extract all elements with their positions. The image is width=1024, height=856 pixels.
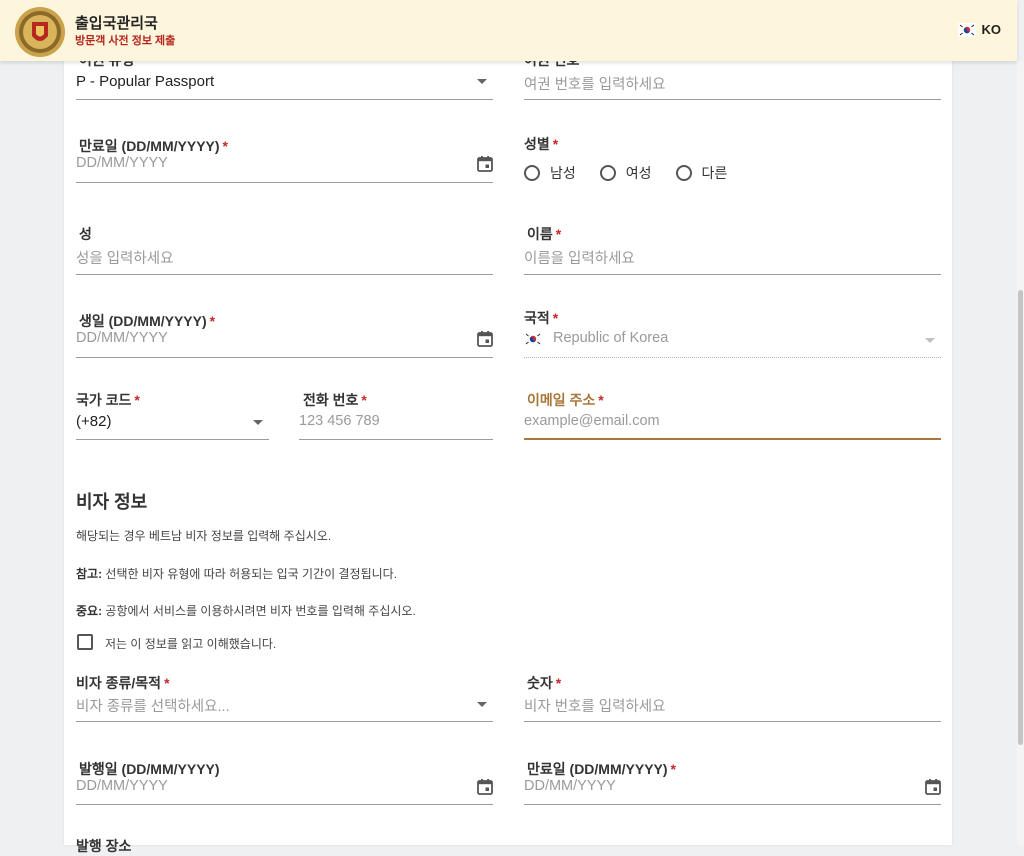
gender-other-label: 다른 bbox=[701, 165, 728, 181]
phone-underline bbox=[299, 439, 493, 440]
visa-expiry-underline bbox=[524, 804, 941, 805]
scrollbar-thumb[interactable] bbox=[1018, 290, 1023, 745]
expiry-date-input[interactable]: DD/MM/YYYY bbox=[76, 155, 168, 171]
issue-date-label: 발행일 (DD/MM/YYYY) bbox=[79, 761, 220, 777]
gender-female-label: 여성 bbox=[625, 165, 652, 181]
visa-number-input[interactable]: 비자 번호를 입력하세요 bbox=[524, 695, 665, 716]
birth-date-label: 생일 (DD/MM/YYYY) * bbox=[79, 313, 216, 329]
phone-input[interactable]: 123 456 789 bbox=[299, 413, 380, 429]
first-name-input[interactable]: 이름을 입력하세요 bbox=[524, 247, 635, 268]
passport-type-underline bbox=[76, 99, 493, 100]
app-header: 출입국관리국 방문객 사전 정보 제출 KO bbox=[0, 0, 1017, 61]
app-title: 출입국관리국 bbox=[75, 15, 158, 32]
dropdown-arrow-icon[interactable] bbox=[477, 702, 487, 707]
email-underline bbox=[524, 438, 941, 440]
language-label: KO bbox=[981, 22, 1002, 37]
nationality-label: 국적 * bbox=[524, 310, 559, 326]
gender-radio-male[interactable] bbox=[524, 165, 540, 181]
first-name-underline bbox=[524, 274, 941, 275]
calendar-icon[interactable] bbox=[924, 778, 942, 796]
birth-date-underline bbox=[76, 357, 493, 358]
dropdown-arrow-icon[interactable] bbox=[477, 79, 487, 84]
last-name-input[interactable]: 성을 입력하세요 bbox=[76, 247, 173, 268]
expiry-date-underline bbox=[76, 182, 493, 183]
passport-number-input[interactable]: 여권 번호를 입력하세요 bbox=[524, 73, 665, 94]
visa-type-select[interactable]: 비자 종류를 선택하세요... bbox=[76, 695, 230, 716]
passport-number-underline bbox=[524, 99, 941, 100]
nationality-select[interactable]: Republic of Korea bbox=[553, 330, 668, 346]
issue-date-input[interactable]: DD/MM/YYYY bbox=[76, 778, 168, 794]
country-code-underline bbox=[76, 439, 269, 440]
email-label: 이메일 주소 * bbox=[527, 392, 604, 408]
calendar-icon[interactable] bbox=[476, 330, 494, 348]
issue-date-underline bbox=[76, 804, 493, 805]
email-input[interactable]: example@email.com bbox=[524, 413, 660, 429]
calendar-icon[interactable] bbox=[476, 778, 494, 796]
calendar-icon[interactable] bbox=[476, 155, 494, 173]
south-korea-flag-icon bbox=[524, 332, 542, 346]
passport-type-select[interactable]: P - Popular Passport bbox=[76, 73, 214, 90]
acknowledge-label: 저는 이 정보를 읽고 이해했습니다. bbox=[105, 637, 277, 651]
visa-note-important: 중요: 공항에서 서비스를 이용하시려면 비자 번호를 입력해 주십시오. bbox=[76, 604, 416, 618]
south-korea-flag-icon bbox=[957, 22, 976, 37]
issue-place-label: 발행 장소 bbox=[76, 838, 132, 854]
gender-radio-group: 남성 여성 다른 bbox=[524, 163, 751, 183]
country-code-label: 국가 코드 * bbox=[76, 392, 140, 408]
app-subtitle: 방문객 사전 정보 제출 bbox=[75, 35, 176, 47]
visa-note-info: 해당되는 경우 베트남 비자 정보를 입력해 주십시오. bbox=[76, 529, 332, 543]
phone-label: 전화 번호 * bbox=[303, 392, 367, 408]
form-card bbox=[64, 0, 952, 845]
visa-section-title: 비자 정보 bbox=[76, 492, 148, 512]
first-name-label: 이름 * bbox=[527, 226, 562, 242]
acknowledge-checkbox[interactable] bbox=[77, 634, 93, 650]
visa-type-label: 비자 종류/목적 * bbox=[76, 675, 170, 691]
visa-number-underline bbox=[524, 721, 941, 722]
visa-expiry-input[interactable]: DD/MM/YYYY bbox=[524, 778, 616, 794]
nationality-underline bbox=[524, 357, 941, 358]
gender-male-label: 남성 bbox=[550, 165, 576, 181]
gender-radio-other[interactable] bbox=[675, 165, 692, 181]
expiry-date-label: 만료일 (DD/MM/YYYY) * bbox=[79, 138, 228, 154]
birth-date-input[interactable]: DD/MM/YYYY bbox=[76, 330, 168, 346]
language-selector[interactable]: KO bbox=[957, 22, 1002, 37]
visa-number-label: 숫자 * bbox=[527, 675, 562, 691]
visa-type-underline bbox=[76, 721, 493, 722]
gender-radio-female[interactable] bbox=[599, 165, 616, 181]
last-name-underline bbox=[76, 274, 493, 275]
dropdown-arrow-icon[interactable] bbox=[253, 420, 263, 425]
immigration-emblem bbox=[15, 7, 65, 57]
dropdown-arrow-icon[interactable] bbox=[925, 338, 935, 343]
visa-expiry-label: 만료일 (DD/MM/YYYY) * bbox=[527, 761, 676, 777]
country-code-select[interactable]: (+82) bbox=[76, 413, 111, 430]
last-name-label: 성 bbox=[79, 226, 92, 242]
gender-label: 성별 * bbox=[524, 136, 559, 152]
visa-note-reference: 참고: 선택한 비자 유형에 따라 허용되는 입국 기간이 결정됩니다. bbox=[76, 567, 398, 581]
